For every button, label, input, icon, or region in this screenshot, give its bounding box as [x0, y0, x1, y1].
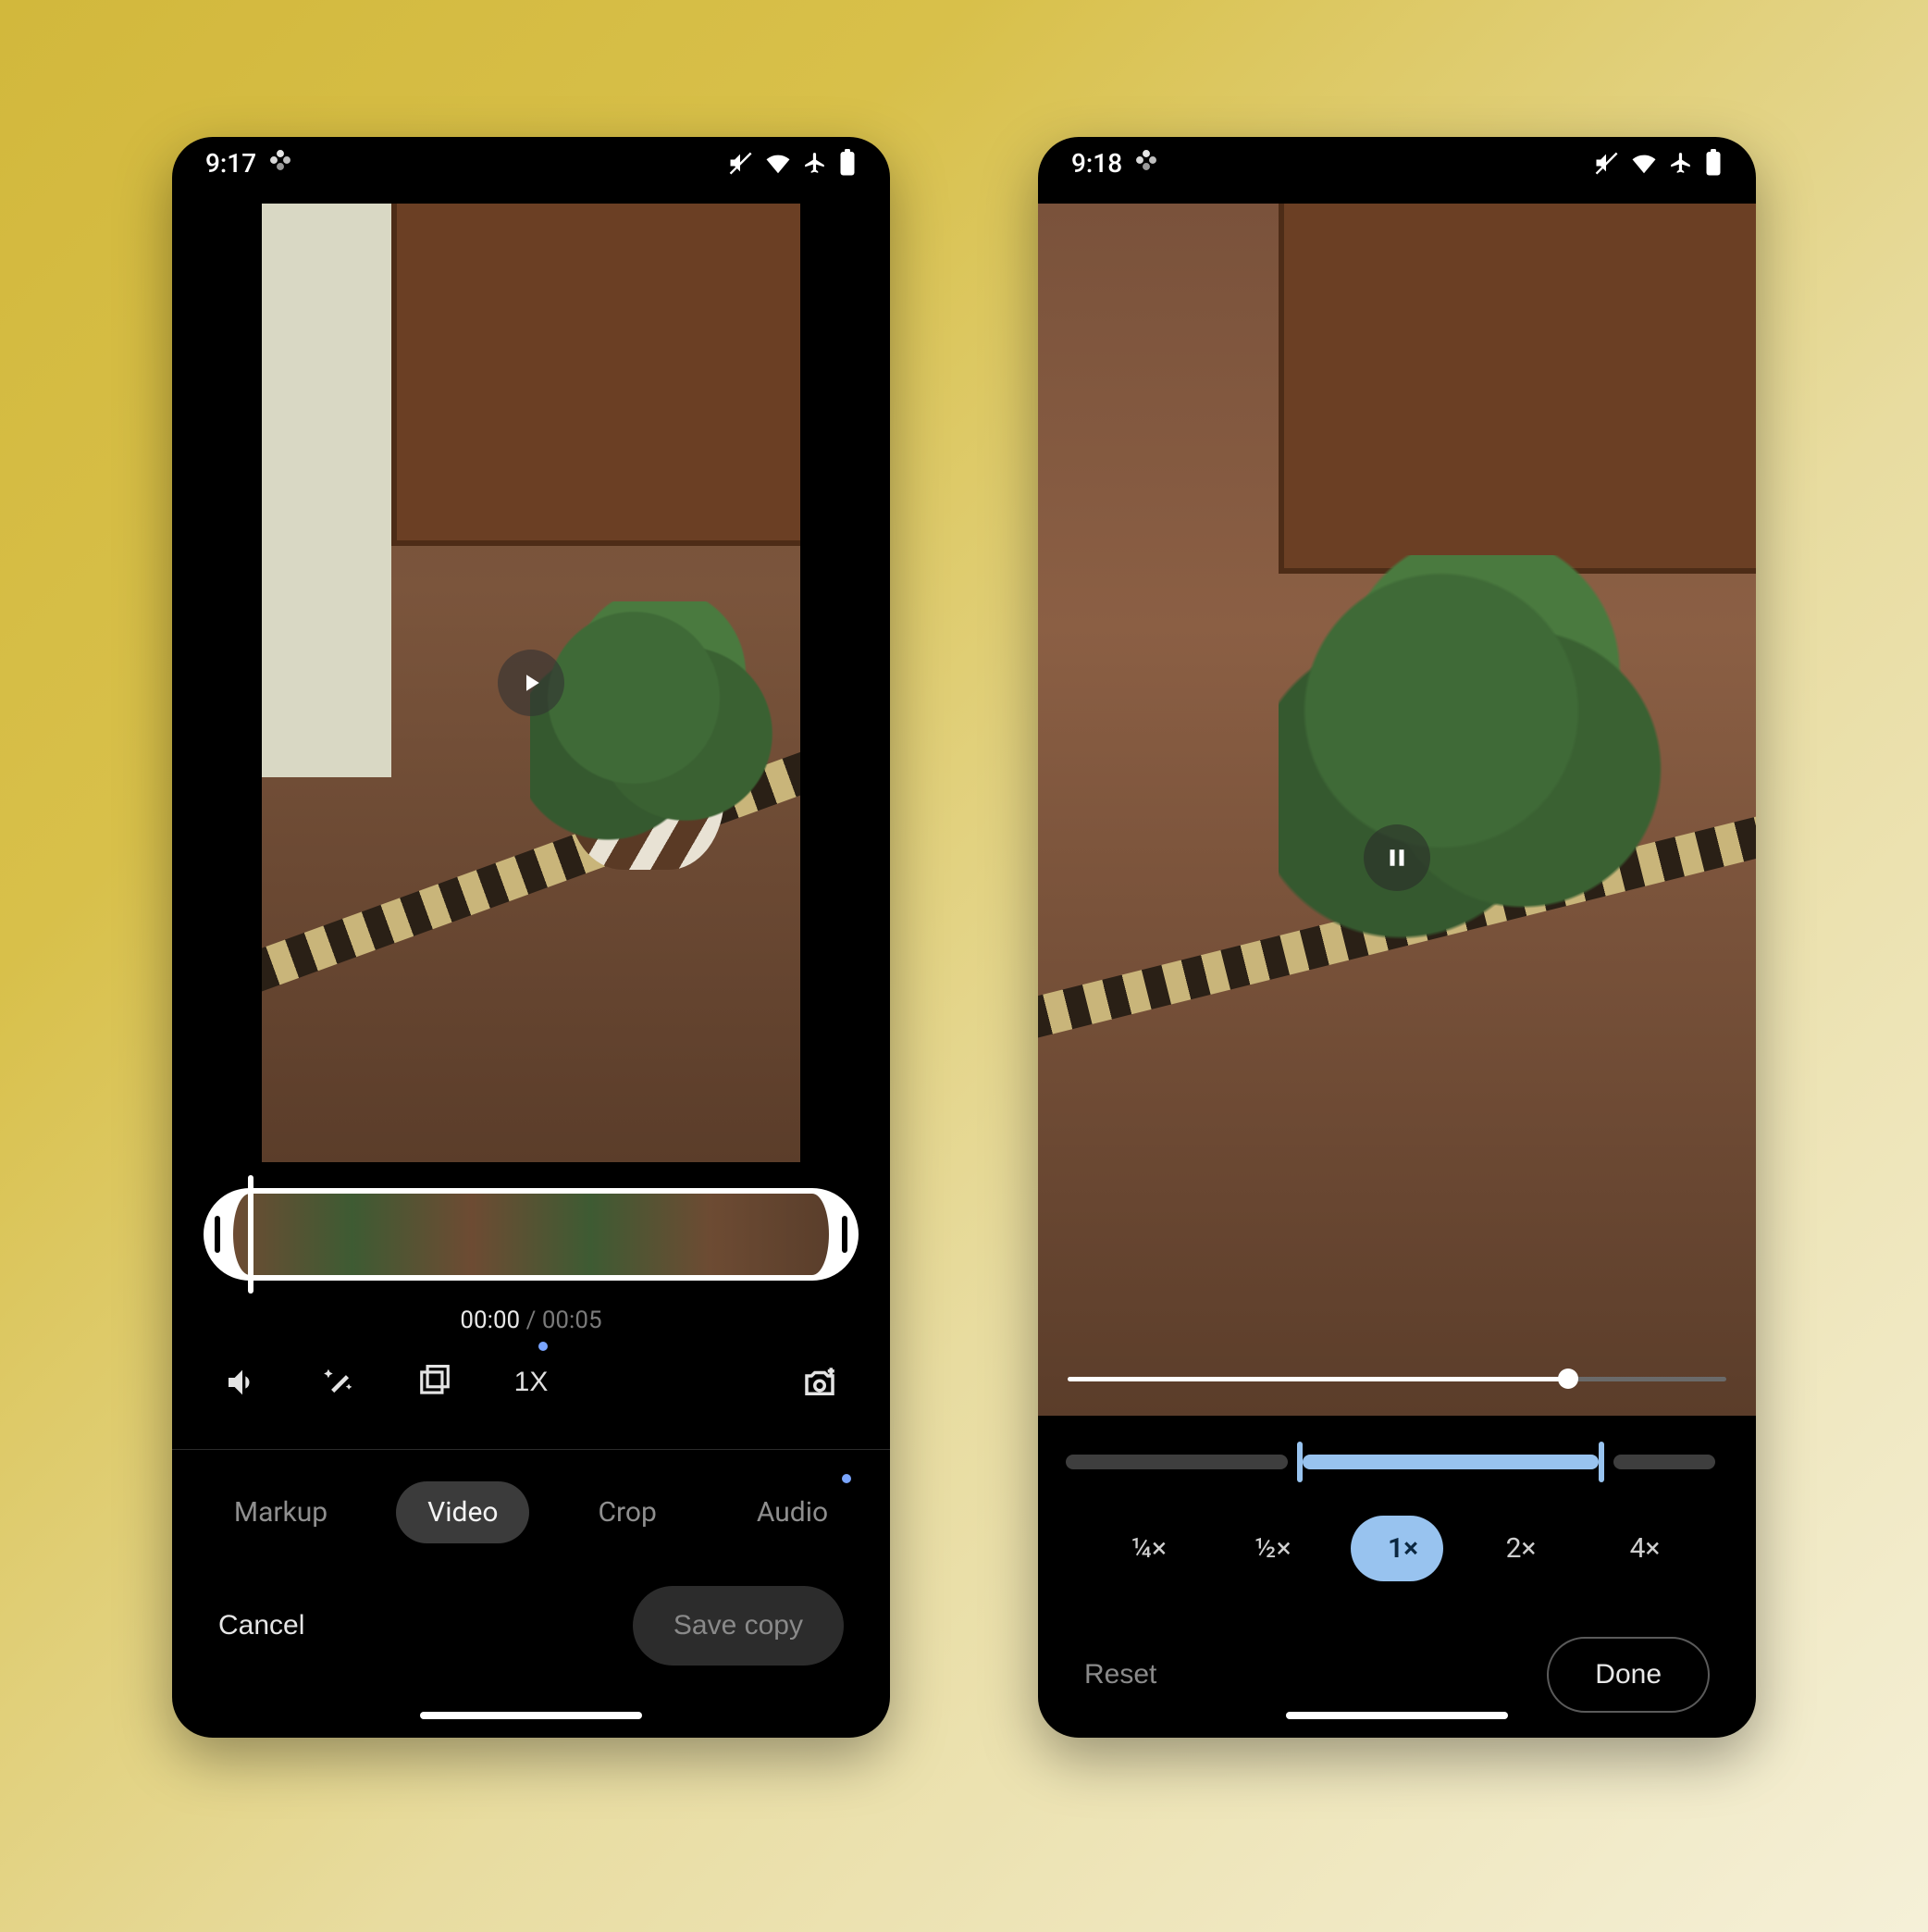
- progress-thumb[interactable]: [1558, 1368, 1578, 1389]
- mute-icon: [727, 150, 753, 176]
- trim-handle-end[interactable]: [842, 1216, 847, 1253]
- camera-plus-button[interactable]: [797, 1360, 842, 1405]
- status-time: 9:17: [205, 148, 256, 179]
- volume-button[interactable]: [220, 1360, 265, 1405]
- progress-fill: [1068, 1377, 1568, 1381]
- speed-option-4x[interactable]: 4×: [1599, 1532, 1691, 1565]
- pause-icon: [1383, 844, 1411, 872]
- speed-option-half[interactable]: ½×: [1227, 1532, 1319, 1565]
- home-indicator[interactable]: [1286, 1712, 1508, 1719]
- frame-export-button[interactable]: [413, 1360, 457, 1405]
- tab-audio[interactable]: Audio: [725, 1481, 859, 1543]
- speed-label: 1X: [514, 1367, 549, 1398]
- editor-tabs: Markup Video Crop Audio: [172, 1450, 890, 1543]
- time-current: 00:00: [460, 1307, 520, 1334]
- speed-seg-slow: [1066, 1455, 1288, 1469]
- magic-wand-icon: [321, 1365, 356, 1400]
- battery-icon: [838, 149, 857, 177]
- volume-icon: [224, 1364, 261, 1401]
- pause-button[interactable]: [1364, 824, 1430, 891]
- frame-export-icon: [417, 1365, 452, 1400]
- speed-option-quarter[interactable]: ¼×: [1103, 1532, 1195, 1565]
- speed-seg-fast: [1613, 1455, 1715, 1469]
- notification-dot: [842, 1474, 851, 1483]
- airplane-icon: [1669, 151, 1693, 175]
- status-time: 9:18: [1071, 148, 1122, 179]
- status-bar: 9:18: [1038, 137, 1756, 189]
- bottom-actions: Reset Done: [1038, 1581, 1756, 1713]
- mute-icon: [1593, 150, 1619, 176]
- save-copy-button[interactable]: Save copy: [633, 1586, 844, 1666]
- trim-handle-start[interactable]: [215, 1216, 220, 1253]
- phone-video-editor: 9:17 00:00 / 00:05: [172, 137, 890, 1738]
- speed-option-1x[interactable]: 1×: [1351, 1516, 1443, 1581]
- speed-range-end[interactable]: [1599, 1442, 1604, 1482]
- trim-timeline[interactable]: [204, 1188, 859, 1281]
- battery-icon: [1704, 149, 1723, 177]
- reset-button[interactable]: Reset: [1084, 1659, 1156, 1690]
- status-bar: 9:17: [172, 137, 890, 189]
- tab-markup[interactable]: Markup: [203, 1481, 359, 1543]
- speed-seg-selected: [1303, 1455, 1599, 1469]
- video-preview[interactable]: [1038, 204, 1756, 1416]
- play-button[interactable]: [498, 650, 564, 716]
- phone-speed-editor: 9:18: [1038, 137, 1756, 1738]
- wifi-icon: [764, 149, 792, 177]
- camera-plus-icon: [800, 1363, 839, 1402]
- photos-app-icon: [1133, 147, 1159, 180]
- wifi-icon: [1630, 149, 1658, 177]
- time-duration: 00:05: [542, 1307, 602, 1334]
- cancel-button[interactable]: Cancel: [218, 1610, 304, 1641]
- tab-crop[interactable]: Crop: [566, 1481, 687, 1543]
- quick-tools: 1X: [172, 1334, 890, 1405]
- playhead[interactable]: [248, 1175, 253, 1294]
- home-indicator[interactable]: [420, 1712, 642, 1719]
- time-readout: 00:00 / 00:05: [172, 1307, 890, 1334]
- playback-progress[interactable]: [1068, 1368, 1726, 1390]
- enhance-button[interactable]: [316, 1360, 361, 1405]
- progress-track: [1068, 1377, 1726, 1381]
- speed-options: ¼× ½× 1× 2× 4×: [1066, 1471, 1728, 1581]
- speed-button[interactable]: 1X: [509, 1360, 553, 1405]
- speed-range-track[interactable]: [1066, 1453, 1728, 1471]
- tab-video[interactable]: Video: [396, 1481, 529, 1543]
- speed-option-2x[interactable]: 2×: [1475, 1532, 1567, 1565]
- photos-app-icon: [267, 147, 293, 180]
- notification-dot: [538, 1342, 548, 1351]
- airplane-icon: [803, 151, 827, 175]
- bottom-actions: Cancel Save copy: [172, 1543, 890, 1666]
- timeline-thumbnails: [204, 1188, 859, 1281]
- done-button[interactable]: Done: [1547, 1637, 1710, 1713]
- play-icon: [517, 669, 545, 697]
- video-preview[interactable]: [262, 204, 800, 1162]
